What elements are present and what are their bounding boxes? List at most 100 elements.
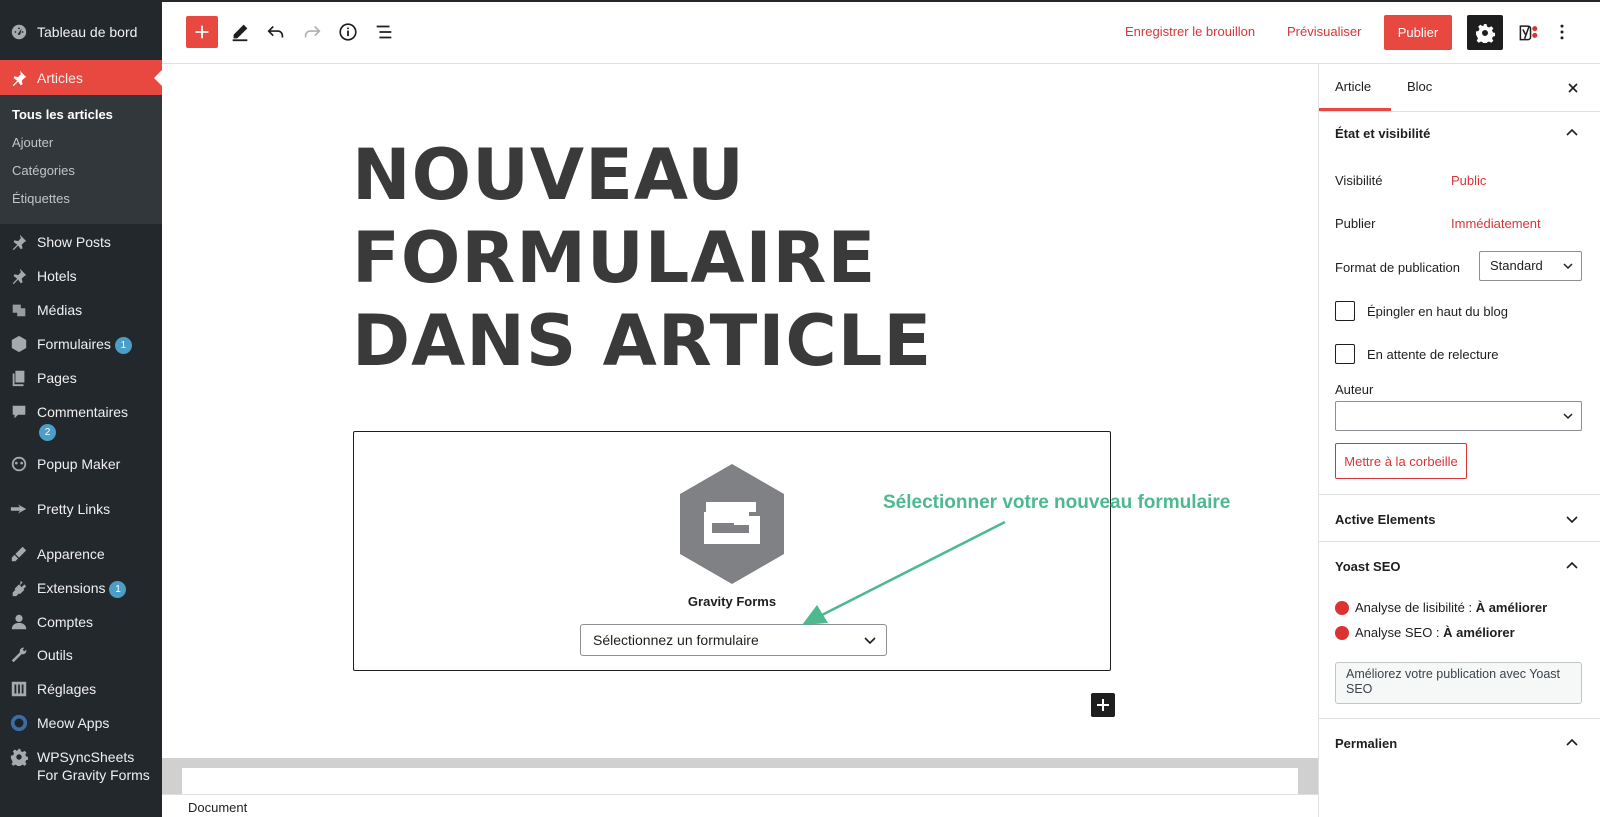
more-options-button[interactable]	[1552, 16, 1572, 48]
gravity-forms-logo-icon	[680, 464, 784, 584]
sidebar-item-meow-apps[interactable]: Meow Apps	[0, 713, 162, 733]
chevron-down-icon	[1563, 413, 1573, 420]
chevron-up-icon[interactable]	[1563, 734, 1581, 752]
sidebar-item-label: Popup Maker	[37, 456, 121, 472]
sidebar-item-media[interactable]: Médias	[0, 300, 162, 320]
media-icon	[9, 300, 29, 320]
append-block-button[interactable]	[1091, 693, 1115, 717]
sad-face-icon	[1335, 600, 1349, 615]
sidebar-item-accounts[interactable]: Comptes	[0, 612, 162, 632]
redo-button[interactable]	[296, 16, 328, 48]
redo-icon	[304, 25, 321, 38]
add-block-button[interactable]	[186, 16, 218, 48]
articles-submenu: Tous les articles Ajouter Catégories Éti…	[0, 95, 162, 224]
sidebar-item-wpsyncsheets[interactable]: WPSyncSheets For Gravity Forms	[0, 747, 162, 784]
submenu-categories[interactable]: Catégories	[12, 163, 75, 178]
block-breadcrumb-bar: Document	[162, 794, 1318, 817]
pin-icon	[9, 68, 29, 88]
chevron-up-icon[interactable]	[1563, 557, 1581, 575]
settings-toggle-button[interactable]	[1467, 15, 1503, 50]
sidebar-item-label: Extensions 1	[37, 578, 127, 598]
pin-icon	[9, 232, 29, 252]
sidebar-item-label: Meow Apps	[37, 715, 110, 731]
readability-label: Analyse de lisibilité :	[1355, 600, 1473, 615]
gear-icon	[9, 747, 29, 767]
sidebar-item-tools[interactable]: Outils	[0, 645, 162, 665]
publish-date-link[interactable]: Immédiatement	[1451, 216, 1541, 231]
author-label: Auteur	[1335, 382, 1374, 397]
sidebar-item-popup-maker[interactable]: Popup Maker	[0, 454, 162, 474]
sidebar-item-label: Comptes	[37, 614, 94, 630]
format-select[interactable]: Standard	[1479, 251, 1582, 281]
more-vertical-icon	[1560, 24, 1564, 40]
pages-icon	[9, 368, 29, 388]
meow-icon	[9, 713, 29, 733]
sticky-checkbox[interactable]	[1335, 301, 1355, 321]
plus-icon	[195, 25, 209, 39]
seo-analysis-row[interactable]: Analyse SEO : À améliorer	[1335, 625, 1515, 640]
edit-tool-button[interactable]	[224, 16, 256, 48]
pending-review-label: En attente de relecture	[1367, 347, 1499, 362]
annotation-arrow-icon	[802, 520, 1006, 625]
visibility-value-link[interactable]: Public	[1451, 173, 1486, 188]
submenu-add[interactable]: Ajouter	[12, 135, 53, 150]
active-elements-panel-title[interactable]: Active Elements	[1335, 512, 1435, 527]
tab-block[interactable]: Bloc	[1407, 79, 1432, 94]
save-draft-button[interactable]: Enregistrer le brouillon	[1125, 24, 1255, 39]
publish-button[interactable]: Publier	[1384, 15, 1452, 50]
seo-value: À améliorer	[1443, 625, 1515, 640]
seo-label: Analyse SEO :	[1355, 625, 1440, 640]
sidebar-item-forms[interactable]: Formulaires 1	[0, 334, 162, 354]
submenu-all-articles[interactable]: Tous les articles	[12, 107, 113, 122]
sidebar-item-dashboard[interactable]: Tableau de bord	[0, 22, 162, 42]
undo-button[interactable]	[260, 16, 292, 48]
submenu-tags[interactable]: Étiquettes	[12, 191, 70, 206]
sidebar-item-extensions[interactable]: Extensions 1	[0, 578, 162, 598]
dashboard-icon	[9, 22, 29, 42]
chevron-up-icon[interactable]	[1563, 124, 1581, 142]
readability-analysis-row[interactable]: Analyse de lisibilité : À améliorer	[1335, 600, 1547, 615]
format-select-value: Standard	[1490, 258, 1543, 273]
settings-sidebar: Article Bloc État et visibilité Visibili…	[1318, 64, 1600, 817]
chevron-down-icon[interactable]	[1563, 510, 1581, 528]
sidebar-item-hotels[interactable]: Hotels	[0, 266, 162, 286]
pending-review-checkbox[interactable]	[1335, 344, 1355, 364]
comments-icon	[9, 402, 29, 422]
visibility-label: Visibilité	[1335, 173, 1383, 188]
status-panel-title[interactable]: État et visibilité	[1335, 126, 1430, 141]
popup-icon	[9, 454, 29, 474]
pretty-links-icon	[9, 499, 29, 519]
permalink-panel-title[interactable]: Permalien	[1335, 736, 1397, 751]
forms-icon	[9, 334, 29, 354]
info-button[interactable]	[332, 16, 364, 48]
list-view-button[interactable]	[368, 16, 400, 48]
forms-count-badge: 1	[114, 337, 132, 354]
breadcrumb-document[interactable]: Document	[188, 800, 247, 815]
yoast-improve-button[interactable]: Améliorez votre publication avec Yoast S…	[1335, 662, 1582, 704]
readability-value: À améliorer	[1475, 600, 1548, 615]
yoast-icon	[1519, 25, 1538, 41]
divider	[1319, 494, 1600, 495]
yoast-button[interactable]	[1512, 16, 1544, 48]
tab-article[interactable]: Article	[1335, 79, 1371, 94]
sidebar-item-pretty-links[interactable]: Pretty Links	[0, 499, 162, 519]
sidebar-item-label: Réglages	[37, 681, 97, 697]
sidebar-item-show-posts[interactable]: Show Posts	[0, 232, 162, 252]
sad-face-icon	[1335, 625, 1349, 640]
format-label: Format de publication	[1335, 260, 1461, 275]
sidebar-item-label: Formulaires 1	[37, 334, 132, 354]
sidebar-item-settings[interactable]: Réglages	[0, 679, 162, 699]
move-to-trash-button[interactable]: Mettre à la corbeille	[1335, 443, 1467, 479]
publish-label: Publier	[1335, 216, 1376, 231]
sidebar-item-pages[interactable]: Pages	[0, 368, 162, 388]
sidebar-item-appearance[interactable]: Apparence	[0, 544, 162, 564]
preview-button[interactable]: Prévisualiser	[1287, 24, 1361, 39]
sidebar-item-articles[interactable]: Articles	[0, 60, 162, 95]
sidebar-item-label: Show Posts	[37, 234, 111, 250]
close-icon[interactable]	[1563, 78, 1583, 98]
author-select[interactable]	[1335, 401, 1582, 431]
yoast-panel-title[interactable]: Yoast SEO	[1335, 559, 1401, 574]
sidebar-item-comments[interactable]: Commentaires 2	[0, 402, 162, 441]
post-title[interactable]: NOUVEAU FORMULAIRE DANS ARTICLE	[352, 134, 1112, 383]
annotation-text: Sélectionner votre nouveau formulaire	[883, 492, 1231, 513]
